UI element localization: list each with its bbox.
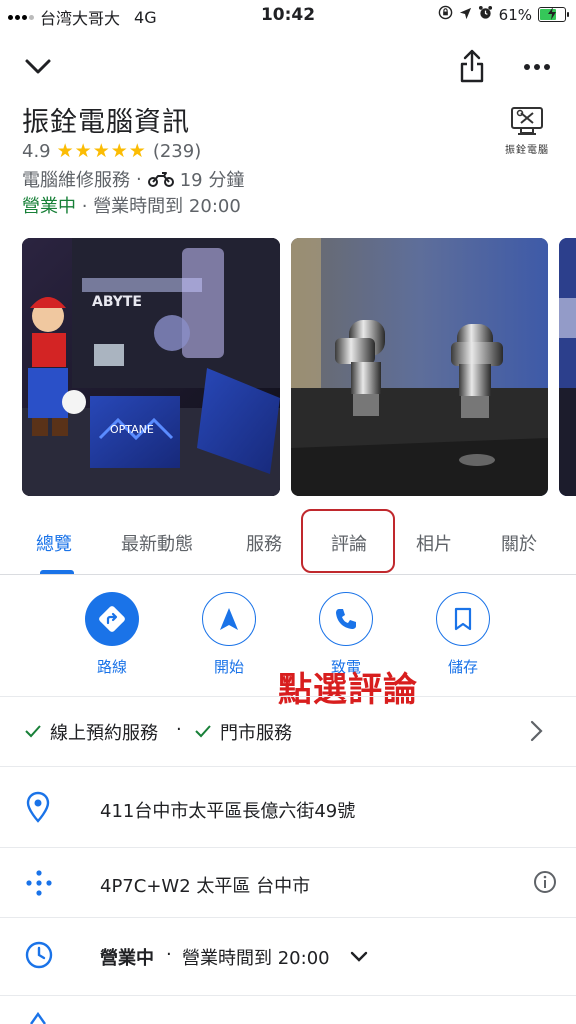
start-label: 開始: [213, 658, 244, 676]
check-icon: [25, 725, 41, 738]
location-arrow-icon: [459, 6, 472, 24]
photo-pc-build[interactable]: ABYTE OPTANE: [22, 238, 280, 496]
more-horizontal-icon: [524, 64, 550, 70]
star-rating-icon: ★★★★★: [56, 140, 147, 162]
logo-text: 振銓電腦: [505, 145, 549, 156]
closing-time: 營業時間到 20:00: [93, 196, 241, 217]
tab-about[interactable]: 關於: [501, 530, 537, 556]
next-row-icon: [30, 1012, 46, 1024]
tab-updates[interactable]: 最新動態: [121, 530, 193, 556]
travel-time: 19 分鐘: [179, 170, 245, 191]
services-row[interactable]: 線上預約服務 · 門市服務: [0, 697, 576, 765]
chevron-down-icon: [25, 59, 51, 74]
chevron-right-icon: [530, 720, 543, 742]
open-status-row: 營業中 · 營業時間到 20:00: [22, 196, 241, 217]
info-icon[interactable]: [533, 870, 557, 894]
hours-status: 營業中: [100, 948, 154, 969]
save-label: 儲存: [447, 658, 478, 676]
category-label: 電腦維修服務: [22, 170, 130, 191]
directions-button[interactable]: 路線: [72, 592, 152, 677]
tab-photos[interactable]: 相片: [416, 530, 452, 556]
motorcycle-icon: [147, 172, 174, 187]
plus-code-icon: [26, 870, 52, 896]
photo-fittings[interactable]: [291, 238, 548, 496]
service-in-store: 門市服務: [220, 723, 292, 744]
divider: [0, 995, 576, 996]
plus-code-text: 4P7C+W2 太平區 台中市: [100, 876, 311, 897]
photo-pc-build-image: ABYTE OPTANE: [22, 238, 280, 496]
photo-partial[interactable]: [559, 238, 576, 496]
address-text: 411台中市太平區長億六街49號: [100, 801, 356, 822]
battery-percent: 61%: [498, 5, 532, 24]
tab-overview[interactable]: 總覽: [36, 530, 72, 556]
clock-icon: [25, 941, 53, 969]
active-tab-indicator: [40, 570, 74, 574]
phone-icon: [336, 609, 356, 629]
status-bar: 台湾大哥大 4G 10:42 61%: [0, 0, 576, 30]
directions-label: 路線: [96, 658, 127, 676]
battery-icon: [538, 7, 569, 22]
rating-row[interactable]: 4.9 ★★★★★ (239): [22, 140, 201, 162]
rotation-lock-icon: [438, 5, 453, 24]
share-button[interactable]: [456, 48, 490, 86]
plus-code-row[interactable]: 4P7C+W2 太平區 台中市: [0, 848, 576, 916]
open-status: 營業中: [22, 196, 76, 217]
review-count: (239): [152, 140, 202, 162]
photo-partial-image: [559, 238, 576, 496]
bookmark-icon: [454, 607, 472, 631]
business-logo: 振銓電腦: [498, 105, 556, 156]
collapse-button[interactable]: [22, 52, 56, 82]
share-icon: [460, 49, 484, 83]
optane-label: OPTANE: [110, 423, 154, 436]
category-row: 電腦維修服務 · 19 分鐘: [22, 166, 244, 192]
alarm-icon: [478, 5, 493, 24]
navigation-icon: [220, 608, 238, 630]
directions-icon: [99, 606, 125, 632]
chevron-down-icon: [350, 951, 368, 962]
reviews-highlight-box: [301, 509, 395, 573]
more-options-button[interactable]: [520, 56, 554, 78]
start-button[interactable]: 開始: [189, 592, 269, 677]
address-row[interactable]: 411台中市太平區長億六街49號: [0, 767, 576, 847]
hours-text: 營業時間到 20:00: [182, 948, 330, 969]
tab-services[interactable]: 服務: [246, 530, 282, 556]
location-pin-icon: [26, 791, 50, 823]
rating-value: 4.9: [22, 140, 51, 162]
hours-row[interactable]: 營業中 · 營業時間到 20:00: [0, 918, 576, 994]
gigabyte-logo-text: ABYTE: [92, 294, 142, 310]
business-name: 振銓電腦資訊: [22, 107, 190, 138]
service-online-booking: 線上預約服務: [50, 723, 158, 744]
photo-fittings-image: [291, 238, 548, 496]
computer-repair-logo-icon: [511, 107, 543, 135]
save-button[interactable]: 儲存: [423, 592, 503, 677]
tab-bar: 總覽 最新動態 服務 評論 相片 關於: [0, 520, 576, 575]
check-icon: [195, 725, 211, 738]
